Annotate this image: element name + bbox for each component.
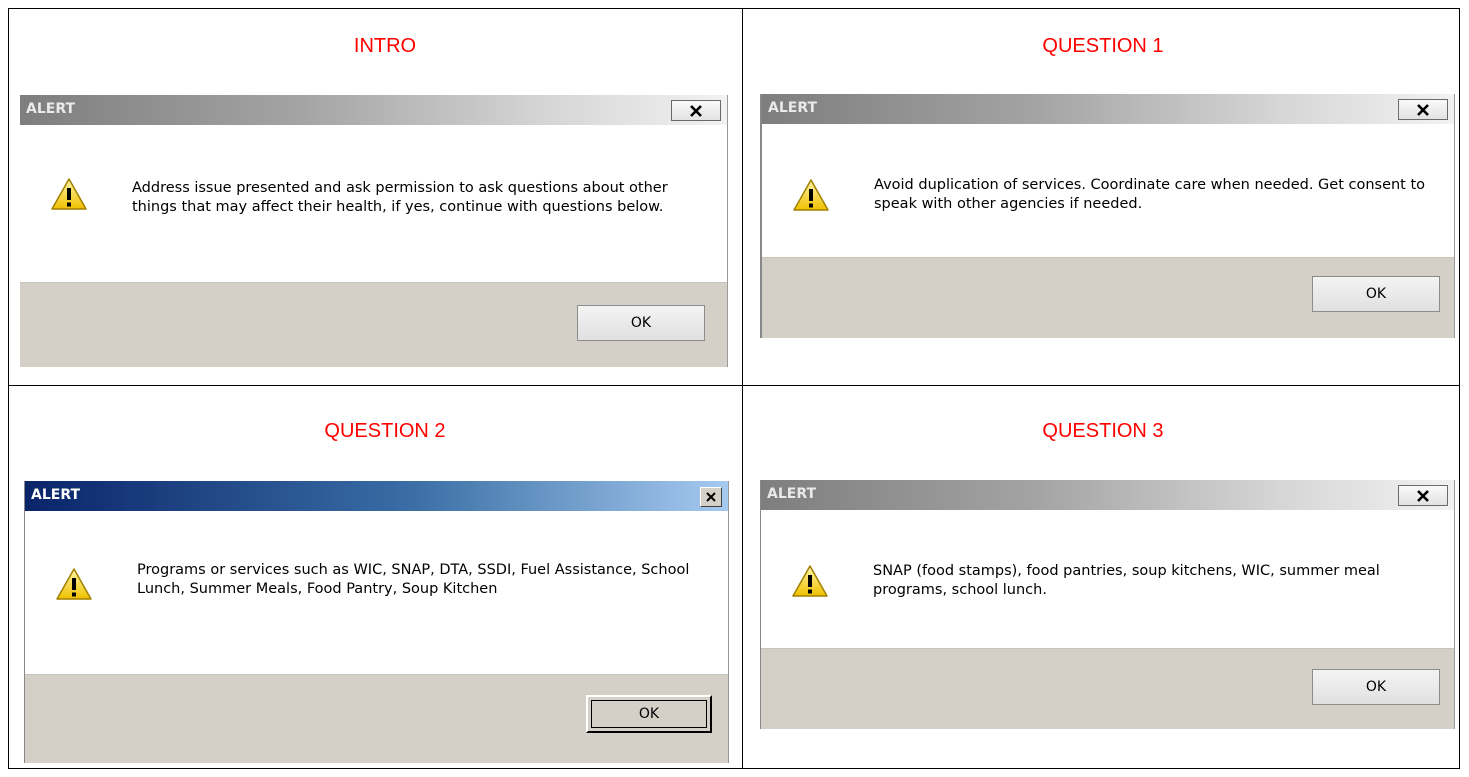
alert-dialog-question-1: ALERT Avoid duplication of services. Coo… xyxy=(760,94,1455,338)
ok-button[interactable]: OK xyxy=(1312,276,1440,312)
panel-heading-question-3: QUESTION 3 xyxy=(1042,420,1164,442)
warning-icon xyxy=(793,179,829,211)
close-icon xyxy=(1417,103,1429,116)
close-icon xyxy=(690,104,702,117)
close-button[interactable] xyxy=(1398,485,1448,506)
ok-button[interactable]: OK xyxy=(586,695,712,733)
dialog-footer: OK xyxy=(20,282,727,367)
close-button[interactable] xyxy=(1398,99,1448,120)
ok-button[interactable]: OK xyxy=(577,305,705,341)
panel-heading-intro: INTRO xyxy=(353,35,417,57)
dialog-message: Avoid duplication of services. Coordinat… xyxy=(874,177,1426,212)
warning-icon xyxy=(792,565,828,597)
ok-button[interactable]: OK xyxy=(1312,669,1440,705)
dialog-message: Programs or services such as WIC, SNAP, … xyxy=(137,562,690,597)
dialog-message: Address issue presented and ask permissi… xyxy=(132,180,668,215)
dialog-message: SNAP (food stamps), food pantries, soup … xyxy=(873,563,1380,598)
dialog-title: ALERT xyxy=(768,100,818,116)
dialog-footer: OK xyxy=(25,674,728,763)
dialog-titlebar: ALERT xyxy=(761,480,1454,510)
close-button[interactable] xyxy=(671,100,721,121)
dialog-title: ALERT xyxy=(767,486,817,502)
panel-heading-question-1: QUESTION 1 xyxy=(1042,35,1164,57)
dialog-titlebar: ALERT xyxy=(25,481,728,511)
table-divider-vertical xyxy=(742,9,743,768)
alert-dialog-question-2: ALERT Programs or services such as WIC, … xyxy=(24,481,729,763)
dialog-titlebar: ALERT xyxy=(20,95,727,125)
alert-dialog-question-3: ALERT SNAP (food stamps), food pantries,… xyxy=(760,480,1455,729)
dialog-title: ALERT xyxy=(31,487,81,503)
table-divider-horizontal xyxy=(9,385,1459,386)
dialog-title: ALERT xyxy=(26,101,76,117)
close-icon xyxy=(1417,489,1429,502)
close-icon xyxy=(706,492,716,502)
panel-heading-question-2: QUESTION 2 xyxy=(324,420,446,442)
dialog-titlebar: ALERT xyxy=(762,94,1454,124)
close-button[interactable] xyxy=(700,487,722,507)
warning-icon xyxy=(56,568,92,600)
dialog-footer: OK xyxy=(761,648,1454,729)
alert-dialog-intro: ALERT Address issue presented and ask pe… xyxy=(20,95,728,367)
warning-icon xyxy=(51,178,87,210)
dialog-footer: OK xyxy=(762,257,1454,338)
